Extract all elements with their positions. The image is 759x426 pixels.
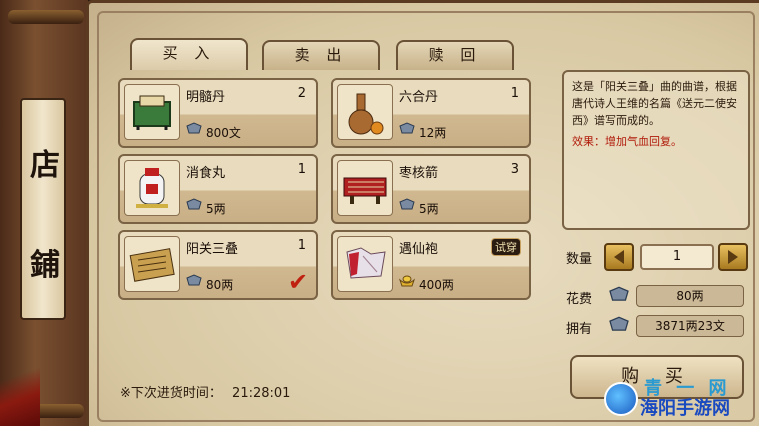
silver-coin-icon [399, 198, 415, 210]
item-card[interactable]: 遇仙袍 试穿 400两 [331, 230, 531, 300]
item-name: 遇仙袍 [399, 242, 439, 257]
gourd-bottle-icon [337, 84, 393, 140]
arrow-right-icon [728, 250, 738, 264]
cost-label: 花费 [566, 292, 593, 307]
owned-label: 拥有 [566, 322, 593, 337]
scroll-rod-top [8, 10, 84, 24]
item-card[interactable]: 枣核箭 3 5两 [331, 154, 531, 224]
item-card[interactable]: 六合丹 1 12两 [331, 78, 531, 148]
site-watermark: 青 一 网 海阳手游网 [600, 374, 759, 426]
banner-char-2: 鋪 [30, 248, 60, 283]
restock-label: ※下次进货时间： [120, 386, 222, 401]
item-qty: 3 [510, 162, 519, 177]
restock-time: 21:28:01 [232, 386, 291, 401]
trial-badge[interactable]: 试穿 [491, 238, 521, 256]
silver-coin-icon [609, 286, 629, 301]
selected-check-icon: ✔ [288, 268, 309, 296]
item-name: 消食丸 [186, 166, 226, 181]
item-name: 六合丹 [399, 90, 439, 105]
mahjong-box-icon [124, 84, 180, 140]
item-price: 800文 [206, 126, 241, 140]
item-qty: 1 [297, 238, 306, 253]
item-name: 明髓丹 [186, 90, 226, 105]
banner-char-1: 店 [30, 148, 60, 183]
tab-redeem[interactable]: 赎 回 [396, 40, 514, 70]
item-name: 枣核箭 [399, 166, 439, 181]
item-description: 这是「阳关三叠」曲的曲谱，根据唐代诗人王维的名篇《送元二使安西》谱写而成的。 [572, 80, 737, 127]
item-price: 5两 [206, 202, 226, 216]
banner-paper: 店 鋪 [20, 98, 66, 320]
qty-decrease-button[interactable] [604, 243, 634, 271]
item-price: 5两 [419, 202, 439, 216]
item-price: 400两 [419, 278, 454, 292]
red-tassel-decoration [0, 356, 40, 426]
tab-sell[interactable]: 卖 出 [262, 40, 380, 70]
owned-value: 3871两23文 [636, 315, 744, 337]
cost-value: 80两 [636, 285, 744, 307]
qty-input[interactable]: 1 [640, 244, 714, 270]
item-grid: 明髓丹 2 800文 六合丹 1 12两 消食丸 1 5两 枣核箭 3 5两 阳… [113, 70, 550, 305]
tab-buy[interactable]: 买 入 [130, 38, 248, 70]
item-description-panel: 这是「阳关三叠」曲的曲谱，根据唐代诗人王维的名篇《送元二使安西》谱写而成的。 效… [562, 70, 750, 230]
watermark-main-text: 海阳手游网 [640, 398, 730, 419]
restock-timer: ※下次进货时间： 21:28:01 [120, 382, 290, 401]
item-price: 12两 [419, 126, 447, 140]
arrow-bundle-icon [337, 160, 393, 216]
item-card[interactable]: 阳关三叠 1 80两 ✔ [118, 230, 318, 300]
item-card[interactable]: 消食丸 1 5两 [118, 154, 318, 224]
medicine-jar-icon [124, 160, 180, 216]
item-card[interactable]: 明髓丹 2 800文 [118, 78, 318, 148]
music-scroll-icon [124, 236, 180, 292]
shop-banner: 店 鋪 [0, 0, 88, 426]
gold-ingot-icon [399, 275, 415, 287]
silver-coin-icon [186, 198, 202, 210]
robe-icon [337, 236, 393, 292]
silver-coin-icon [399, 122, 415, 134]
qty-increase-button[interactable] [718, 243, 748, 271]
item-price: 80两 [206, 278, 234, 292]
item-name: 阳关三叠 [186, 242, 239, 257]
silver-coin-icon [609, 316, 629, 331]
item-effect: 效果：增加气血回复。 [572, 135, 682, 148]
silver-coin-icon [186, 122, 202, 134]
item-qty: 2 [297, 86, 306, 101]
item-qty: 1 [297, 162, 306, 177]
item-qty: 1 [510, 86, 519, 101]
arrow-left-icon [614, 250, 624, 264]
silver-coin-icon [186, 274, 202, 286]
watermark-logo-icon [604, 382, 638, 416]
qty-label: 数量 [566, 252, 593, 267]
